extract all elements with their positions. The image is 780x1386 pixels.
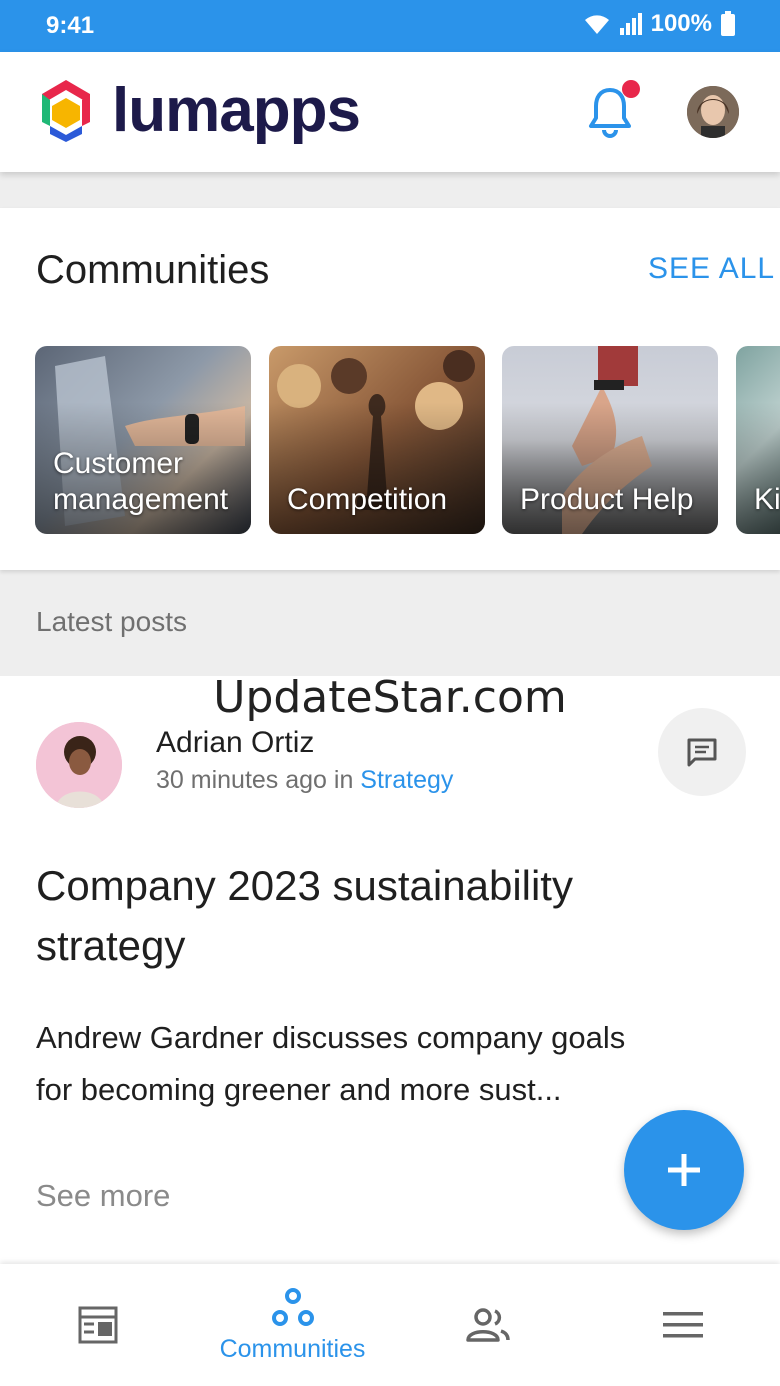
user-avatar[interactable]	[687, 86, 739, 138]
signal-icon	[619, 13, 642, 35]
tile-label: Competition	[287, 483, 448, 516]
community-tile-customer-management[interactable]: Customer management	[35, 346, 251, 534]
tile-label: Customer management	[53, 447, 229, 516]
bottom-navigation: Communities	[0, 1264, 780, 1386]
nav-communities-label: Communities	[219, 1334, 366, 1363]
menu-icon	[662, 1312, 703, 1338]
lumapps-logo-icon	[42, 80, 90, 142]
status-time: 9:41	[46, 12, 95, 39]
battery-icon	[721, 11, 735, 36]
wifi-icon	[584, 15, 609, 34]
post-excerpt: Andrew Gardner discusses company goals f…	[36, 1020, 626, 1107]
battery-percent: 100%	[650, 10, 712, 37]
tile-label: Ki	[754, 483, 780, 516]
status-bar: 9:41 100%	[0, 0, 780, 52]
avatar-image	[687, 86, 739, 138]
author-avatar-image	[36, 722, 122, 808]
nav-people[interactable]	[390, 1264, 585, 1386]
watermark-text: UpdateStar.com	[213, 672, 567, 723]
latest-posts-heading: Latest posts	[36, 606, 187, 637]
communities-title: Communities	[36, 248, 270, 292]
post-author[interactable]: Adrian Ortiz	[156, 726, 314, 760]
status-icons: 100%	[583, 10, 736, 38]
people-icon	[465, 1308, 510, 1342]
communities-card: Communities SEE ALL Customer management …	[0, 208, 780, 570]
author-avatar[interactable]	[36, 722, 122, 808]
app-bar: lumapps	[0, 52, 780, 172]
lumapps-logo[interactable]: lumapps	[34, 76, 361, 145]
notification-dot	[622, 80, 640, 98]
post-community-link[interactable]: Strategy	[360, 766, 453, 794]
nav-menu[interactable]	[585, 1264, 780, 1386]
post-meta: 30 minutes ago in Strategy	[156, 766, 453, 795]
nav-communities[interactable]: Communities	[195, 1264, 390, 1386]
community-tile-competition[interactable]: Competition	[269, 346, 485, 534]
community-tile-partial[interactable]: Ki	[736, 346, 780, 534]
see-all-button[interactable]: SEE ALL	[648, 252, 775, 286]
tile-label: Product Help	[520, 483, 694, 516]
post-time: 30 minutes ago in	[156, 766, 361, 794]
feed-icon	[78, 1306, 117, 1344]
create-post-button[interactable]	[624, 1110, 744, 1230]
communities-icon	[271, 1287, 314, 1326]
plus-icon	[668, 1154, 700, 1186]
nav-feed[interactable]	[0, 1264, 195, 1386]
community-tile-product-help[interactable]: Product Help	[502, 346, 718, 534]
post-title[interactable]: Company 2023 sustainability strategy	[36, 856, 676, 976]
comment-icon	[687, 738, 717, 767]
logo-text: lumapps	[112, 76, 361, 145]
see-more-link[interactable]: See more	[36, 1178, 170, 1214]
